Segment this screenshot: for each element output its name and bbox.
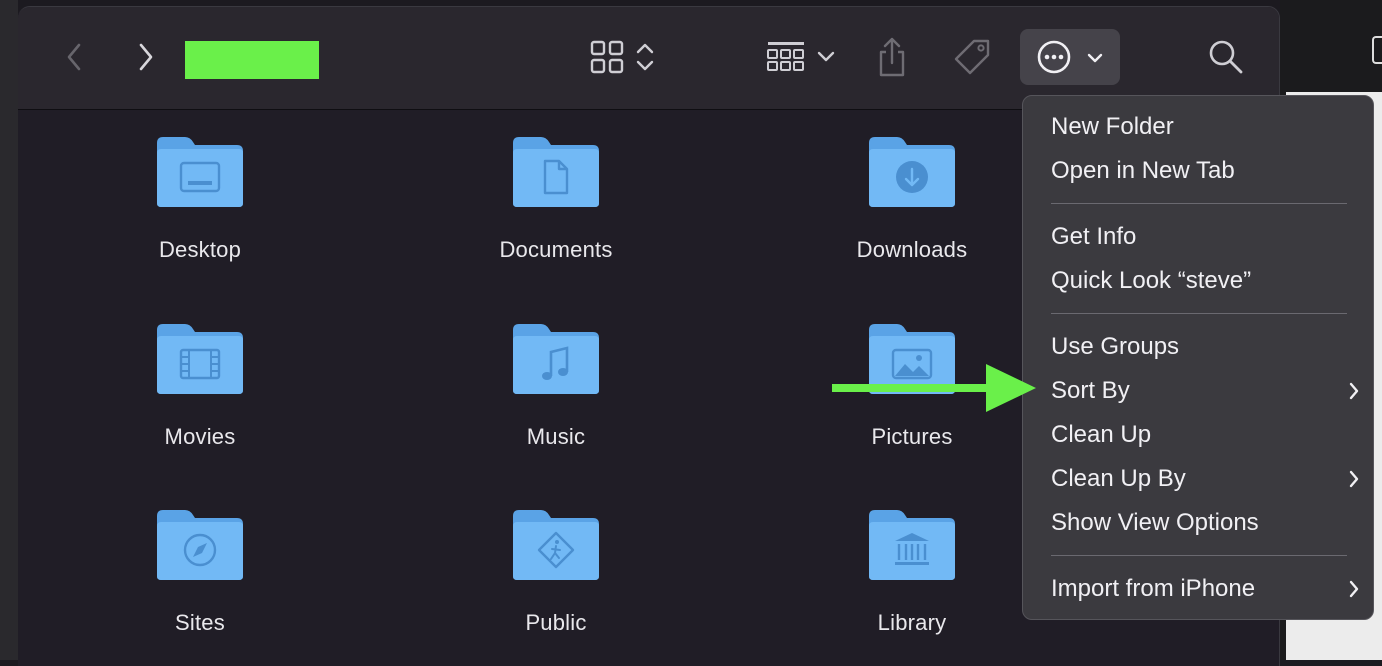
tag-button[interactable]	[948, 35, 996, 79]
menu-item-label: Import from iPhone	[1051, 575, 1256, 602]
music-folder-icon	[513, 324, 599, 394]
chevron-down-icon	[1087, 53, 1103, 63]
menu-item-sort-by[interactable]: Sort By	[1051, 369, 1361, 413]
folder-desktop[interactable]: Desktop	[100, 133, 300, 263]
folder-label: Downloads	[856, 237, 968, 262]
menu-item-import-from-iphone[interactable]: Import from iPhone	[1051, 567, 1361, 611]
folder-label: Documents	[499, 237, 613, 262]
folder-label: Movies	[164, 424, 236, 449]
share-button[interactable]	[870, 33, 914, 81]
group-by-button[interactable]	[758, 35, 844, 79]
background-window-control	[1372, 36, 1382, 64]
menu-item-use-groups[interactable]: Use Groups	[1051, 325, 1361, 369]
folder-downloads[interactable]: Downloads	[812, 133, 1012, 263]
menu-item-label: Use Groups	[1051, 333, 1180, 360]
folder-label: Desktop	[158, 237, 242, 262]
group-by-icon	[767, 42, 804, 71]
library-folder-icon	[869, 510, 955, 580]
menu-separator	[1051, 203, 1347, 204]
chevron-right-icon	[1349, 580, 1359, 598]
movies-folder-icon	[157, 324, 243, 394]
desktop-folder-icon	[157, 137, 243, 207]
menu-item-quick-look[interactable]: Quick Look “steve”	[1051, 259, 1361, 303]
menu-item-label: Clean Up	[1051, 421, 1152, 448]
annotation-arrow-icon	[832, 364, 1036, 412]
chevron-left-icon	[67, 43, 81, 71]
menu-item-new-folder[interactable]: New Folder	[1051, 105, 1361, 149]
sites-folder-icon	[157, 510, 243, 580]
forward-button[interactable]	[128, 37, 164, 77]
chevron-right-icon	[139, 43, 153, 71]
folder-label: Public	[525, 610, 587, 635]
grid-view-icon	[590, 40, 624, 74]
search-button[interactable]	[1204, 35, 1248, 79]
downloads-folder-icon	[869, 137, 955, 207]
menu-item-clean-up-by[interactable]: Clean Up By	[1051, 457, 1361, 501]
menu-item-label: Show View Options	[1051, 509, 1259, 536]
chevron-right-icon	[1349, 470, 1359, 488]
folder-label: Pictures	[871, 424, 953, 449]
search-icon	[1209, 40, 1243, 74]
back-button[interactable]	[56, 37, 92, 77]
more-actions-button[interactable]	[1020, 29, 1120, 85]
more-actions-menu: New Folder Open in New Tab Get Info Quic…	[1022, 95, 1374, 620]
chevron-down-icon	[817, 51, 835, 62]
menu-item-get-info[interactable]: Get Info	[1051, 215, 1361, 259]
documents-folder-icon	[513, 137, 599, 207]
menu-item-label: Get Info	[1051, 223, 1137, 250]
folder-label: Library	[877, 610, 947, 635]
folder-documents[interactable]: Documents	[456, 133, 656, 263]
menu-item-show-view-options[interactable]: Show View Options	[1051, 501, 1361, 545]
share-icon	[879, 37, 905, 77]
folder-sites[interactable]: Sites	[100, 506, 300, 636]
menu-item-label: Sort By	[1051, 377, 1130, 404]
folder-movies[interactable]: Movies	[100, 320, 300, 450]
left-window-edge	[0, 0, 18, 660]
menu-item-clean-up[interactable]: Clean Up	[1051, 413, 1361, 457]
folder-library[interactable]: Library	[812, 506, 1012, 636]
folder-label: Sites	[175, 610, 225, 635]
chevron-right-icon	[1349, 382, 1359, 400]
menu-separator	[1051, 313, 1347, 314]
ellipsis-circle-icon	[1037, 40, 1071, 74]
menu-item-open-in-new-tab[interactable]: Open in New Tab	[1051, 149, 1361, 193]
menu-separator	[1051, 555, 1347, 556]
menu-item-label: New Folder	[1051, 113, 1174, 140]
folder-label: Music	[526, 424, 586, 449]
folder-public[interactable]: Public	[456, 506, 656, 636]
folder-music[interactable]: Music	[456, 320, 656, 450]
public-folder-icon	[513, 510, 599, 580]
menu-item-label: Open in New Tab	[1051, 157, 1235, 184]
window-title-redacted	[185, 41, 319, 79]
tag-icon	[954, 39, 990, 75]
up-down-chevron-icon	[636, 43, 654, 71]
menu-item-label: Clean Up By	[1051, 465, 1186, 492]
view-mode-button[interactable]	[583, 35, 663, 79]
menu-item-label: Quick Look “steve”	[1051, 267, 1252, 294]
